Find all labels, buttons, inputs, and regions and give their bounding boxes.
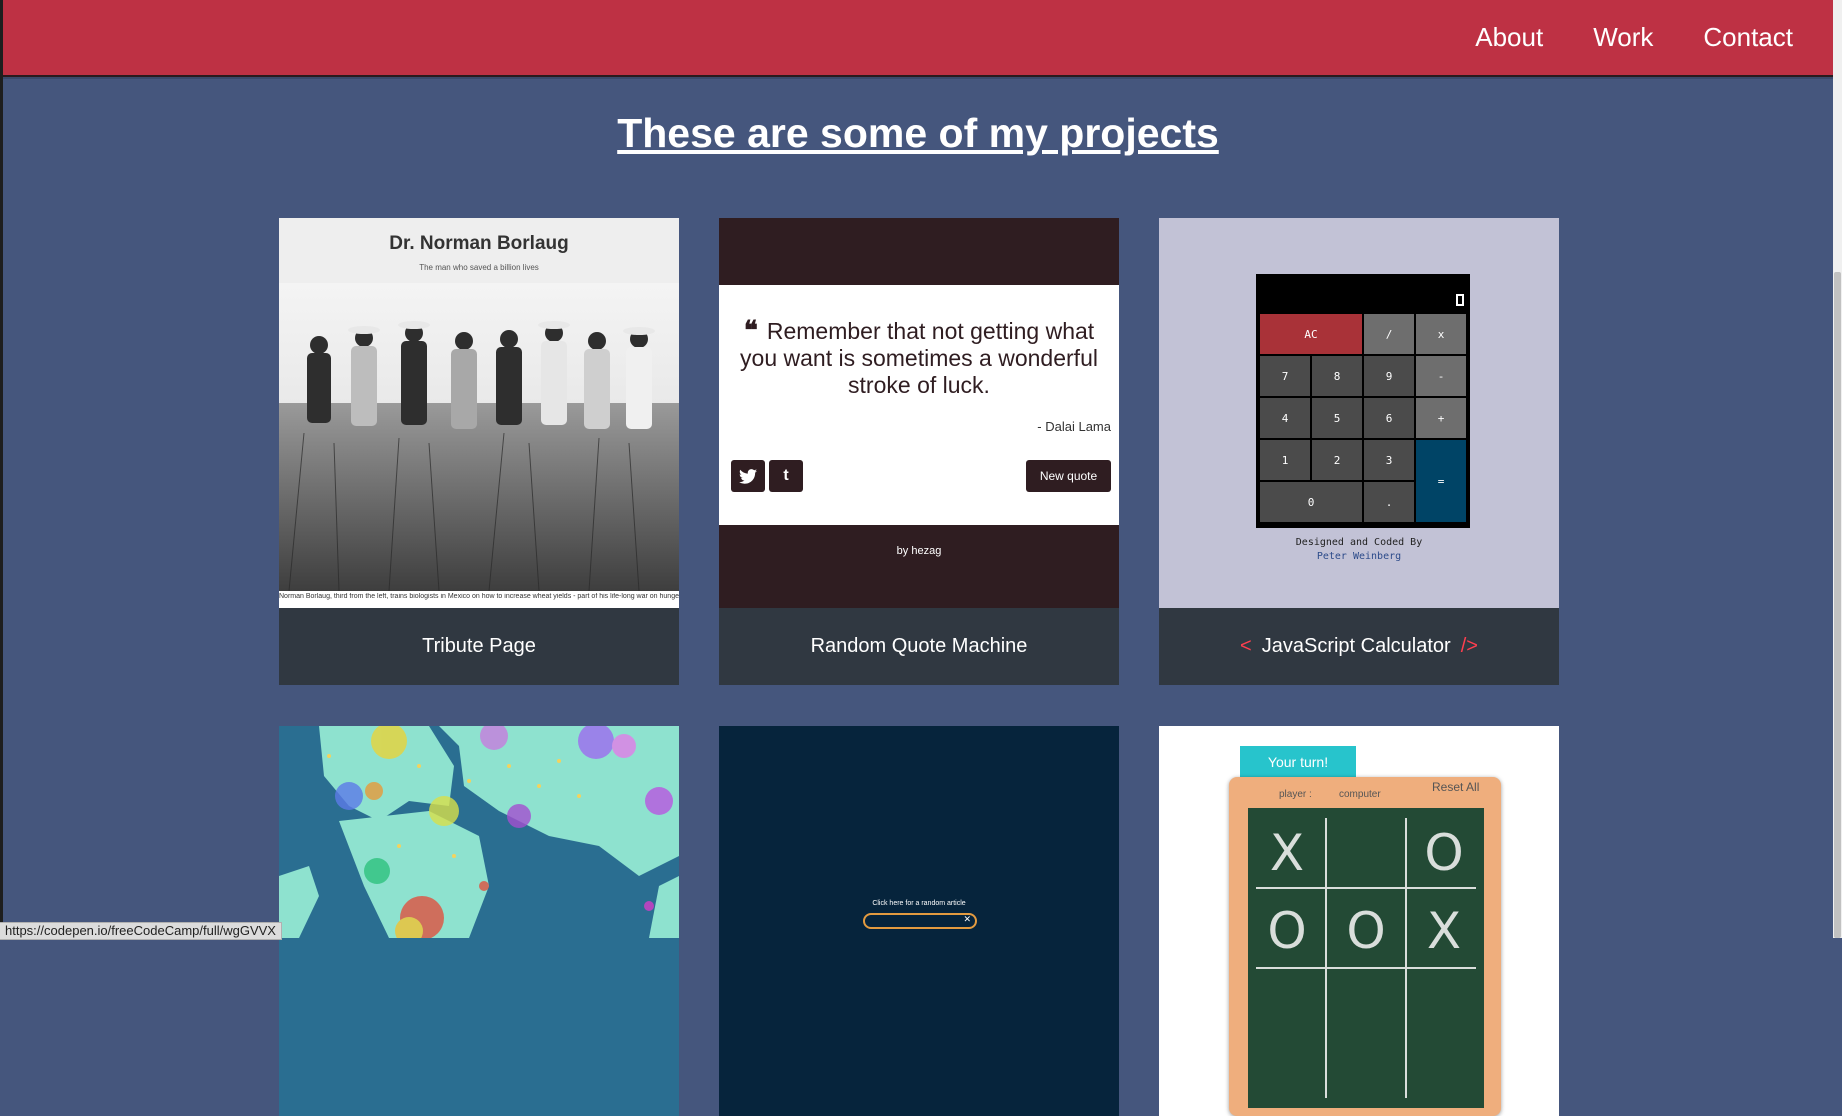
cell-4: O <box>1346 902 1385 960</box>
project-tile-map[interactable] <box>279 726 679 1116</box>
code-bracket-open: < <box>1240 635 1252 657</box>
calc-key-5: 5 <box>1311 397 1363 439</box>
calc-key-plus: + <box>1415 397 1467 439</box>
nav-link-contact[interactable]: Contact <box>1703 22 1793 53</box>
calc-key-equals: = <box>1415 439 1467 523</box>
quote-mark-icon: ❝ <box>743 316 767 346</box>
cell-0: X <box>1270 824 1304 882</box>
wiki-random-link: Click here for a random article <box>872 900 966 907</box>
tribute-header: Dr. Norman Borlaug The man who saved a b… <box>279 218 679 283</box>
quote-text: ❝ Remember that not getting what you wan… <box>739 318 1099 399</box>
project-title-text: Random Quote Machine <box>810 635 1028 657</box>
status-bar-url: https://codepen.io/freeCodeCamp/full/wgG… <box>0 922 282 940</box>
quote-credit: by hezag <box>896 545 942 557</box>
project-thumbnail <box>279 726 679 1116</box>
calculator-body: AC / x 7 8 9 - 4 5 6 + 1 2 3 = 0 . <box>1256 274 1470 528</box>
calc-key-2: 2 <box>1311 439 1363 481</box>
new-quote-button: New quote <box>1026 460 1111 492</box>
calc-key-minus: - <box>1415 355 1467 397</box>
tribute-subtitle: The man who saved a billion lives <box>419 263 539 272</box>
calc-key-divide: / <box>1363 313 1415 355</box>
cell-2: O <box>1424 824 1463 882</box>
project-tile-calculator[interactable]: AC / x 7 8 9 - 4 5 6 + 1 2 3 = 0 . Desig… <box>1159 218 1559 685</box>
tumblr-icon: t <box>769 460 803 492</box>
calc-key-9: 9 <box>1363 355 1415 397</box>
reset-all-label: Reset All <box>1432 780 1480 794</box>
nav-link-about[interactable]: About <box>1475 22 1543 53</box>
tictactoe-grid: X O O O X <box>1256 818 1476 1098</box>
project-title-text: JavaScript Calculator <box>1261 635 1451 657</box>
project-tile-tic-tac-toe[interactable]: Your turn! player : computer Reset All X… <box>1159 726 1559 1116</box>
calc-key-7: 7 <box>1259 355 1311 397</box>
calc-key-6: 6 <box>1363 397 1415 439</box>
twitter-icon <box>731 460 765 492</box>
calc-key-8: 8 <box>1311 355 1363 397</box>
calc-key-multiply: x <box>1415 313 1467 355</box>
calculator-display <box>1456 294 1464 306</box>
close-icon: ✕ <box>963 914 971 924</box>
tribute-photo-caption: Norman Borlaug, third from the left, tra… <box>279 593 679 600</box>
calc-key-ac: AC <box>1259 313 1363 355</box>
project-thumbnail: Dr. Norman Borlaug The man who saved a b… <box>279 218 679 608</box>
quote-card: ❝ Remember that not getting what you wan… <box>719 285 1119 525</box>
project-tile-wiki-viewer[interactable]: Click here for a random article ✕ <box>719 726 1119 1116</box>
calculator-credit-line: Designed and Coded By <box>1295 537 1423 548</box>
wiki-search-field: ✕ <box>863 913 977 929</box>
cell-3: O <box>1267 902 1306 960</box>
quote-top-band <box>719 218 1119 285</box>
calc-key-3: 3 <box>1363 439 1415 481</box>
project-title-text: Tribute Page <box>422 635 536 657</box>
tribute-photo <box>279 283 679 591</box>
calc-key-decimal: . <box>1363 481 1415 523</box>
project-tile-tribute[interactable]: Dr. Norman Borlaug The man who saved a b… <box>279 218 679 685</box>
tribute-title: Dr. Norman Borlaug <box>389 233 569 254</box>
quote-body: Remember that not getting what you want … <box>740 318 1098 398</box>
projects-heading: These are some of my projects <box>617 110 1219 156</box>
calculator-credit-author: Peter Weinberg <box>1316 551 1402 562</box>
calc-key-1: 1 <box>1259 439 1311 481</box>
nav-links: About Work Contact <box>1425 0 1793 75</box>
quote-bottom-band: by hezag <box>719 525 1119 608</box>
computer-score-label: computer <box>1339 789 1381 800</box>
code-bracket-close: /> <box>1460 635 1478 657</box>
tictactoe-board: player : computer Reset All X O O O X <box>1229 777 1501 1116</box>
project-title: < JavaScript Calculator /> <box>1159 608 1559 685</box>
project-thumbnail: Your turn! player : computer Reset All X… <box>1159 726 1559 1116</box>
player-score-label: player : <box>1279 789 1312 800</box>
cell-5: X <box>1427 902 1461 960</box>
project-title: Tribute Page <box>279 608 679 685</box>
turn-indicator: Your turn! <box>1240 746 1356 777</box>
scrollbar-thumb[interactable] <box>1834 272 1841 938</box>
chalkboard: X O O O X <box>1248 808 1484 1108</box>
calculator-credit: Designed and Coded By Peter Weinberg <box>1159 536 1559 564</box>
project-title: Random Quote Machine <box>719 608 1119 685</box>
project-thumbnail: ❝ Remember that not getting what you wan… <box>719 218 1119 608</box>
project-tile-quote-machine[interactable]: ❝ Remember that not getting what you wan… <box>719 218 1119 685</box>
navbar: About Work Contact <box>3 0 1833 77</box>
world-map-graphic <box>279 726 679 938</box>
calc-key-4: 4 <box>1259 397 1311 439</box>
quote-author: - Dalai Lama <box>1037 419 1111 434</box>
project-thumbnail: Click here for a random article ✕ <box>719 726 1119 1116</box>
calc-key-0: 0 <box>1259 481 1363 523</box>
project-thumbnail: AC / x 7 8 9 - 4 5 6 + 1 2 3 = 0 . Desig… <box>1159 218 1559 608</box>
nav-link-work[interactable]: Work <box>1593 22 1653 53</box>
